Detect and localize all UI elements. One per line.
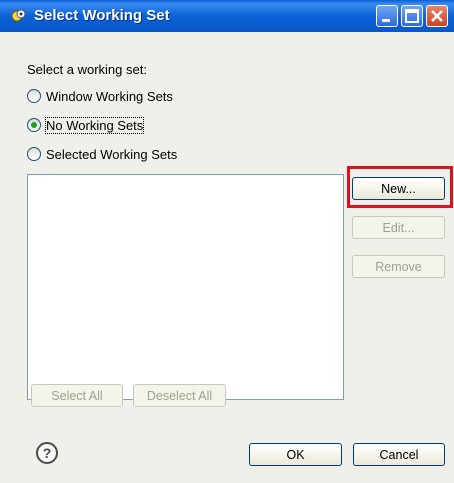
radio-no-working-sets[interactable]: No Working Sets [27,115,145,135]
radio-label: Window Working Sets [46,88,173,104]
cancel-button[interactable]: Cancel [353,443,445,466]
select-working-set-dialog: Select Working Set Select a working set:… [0,0,454,483]
deselect-all-button[interactable]: Deselect All [133,384,226,407]
radio-label: Selected Working Sets [46,146,178,162]
select-all-button[interactable]: Select All [31,384,123,407]
minimize-button[interactable] [376,5,398,27]
ok-button[interactable]: OK [249,443,342,466]
close-button[interactable] [426,5,448,27]
close-icon [431,10,443,22]
maximize-button[interactable] [401,5,423,27]
remove-button[interactable]: Remove [352,255,445,278]
title-bar[interactable]: Select Working Set [0,0,454,32]
maximize-icon [405,9,419,23]
minimize-icon [382,19,390,22]
radio-button[interactable] [27,118,41,132]
radio-selected-working-sets[interactable]: Selected Working Sets [27,144,177,164]
new-button[interactable]: New... [352,177,445,200]
working-sets-list[interactable] [27,174,344,400]
radio-button[interactable] [27,89,41,103]
window-title: Select Working Set [34,7,170,24]
radio-label: No Working Sets [44,116,145,134]
radio-window-working-sets[interactable]: Window Working Sets [27,86,173,106]
working-set-icon [10,7,28,25]
select-prompt-label: Select a working set: [27,62,147,77]
radio-button[interactable] [27,147,41,161]
edit-button[interactable]: Edit... [352,216,445,239]
radio-selected-dot [31,122,37,128]
help-icon[interactable]: ? [36,442,58,464]
